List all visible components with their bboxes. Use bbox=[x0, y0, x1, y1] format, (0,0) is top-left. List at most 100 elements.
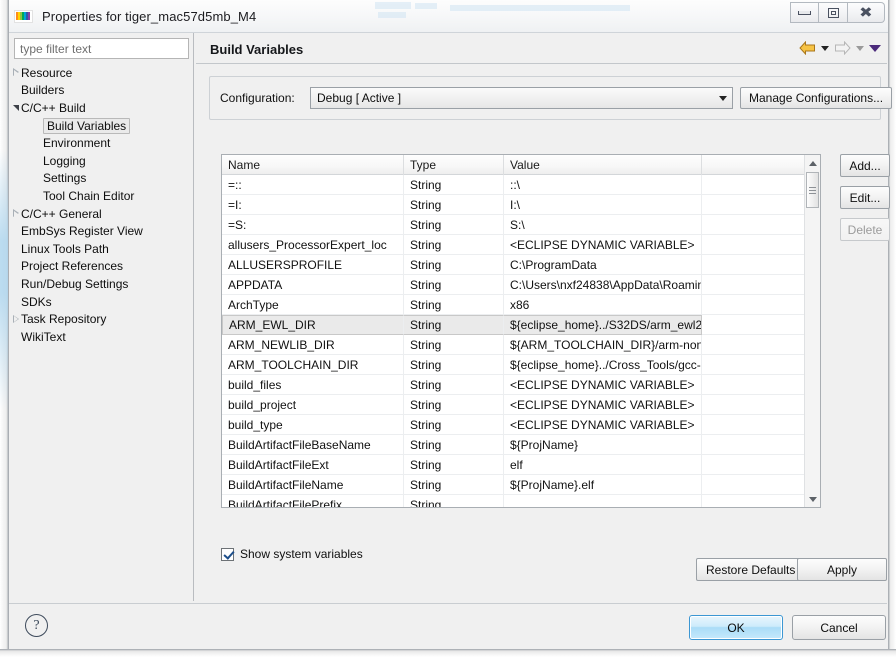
table-row[interactable]: =S: String S:\ bbox=[222, 215, 820, 235]
sidebar-item-run-debug-settings[interactable]: Run/Debug Settings bbox=[9, 275, 193, 293]
minimize-button[interactable] bbox=[790, 2, 819, 23]
table-row[interactable]: build_project String <ECLIPSE DYNAMIC VARI… bbox=[222, 395, 820, 415]
sidebar-item-label: Settings bbox=[43, 171, 87, 186]
cell-type: String bbox=[404, 475, 504, 495]
sidebar-item-linux-tools-path[interactable]: Linux Tools Path bbox=[9, 240, 193, 258]
view-menu-icon[interactable] bbox=[869, 44, 881, 52]
sidebar-item-wikitext[interactable]: WikiText bbox=[9, 328, 193, 346]
sidebar-item-label: Task Repository bbox=[21, 312, 107, 327]
table-vertical-scrollbar[interactable] bbox=[804, 155, 820, 507]
sidebar-item-tool-chain-editor[interactable]: Tool Chain Editor bbox=[9, 187, 193, 205]
cell-extra bbox=[702, 255, 804, 275]
cell-value: ${eclipse_home}../S32DS/arm_ewl2 bbox=[504, 315, 702, 335]
sidebar-item-resource[interactable]: Resource bbox=[9, 64, 193, 82]
table-row[interactable]: build_files String <ECLIPSE DYNAMIC VARIAB… bbox=[222, 375, 820, 395]
show-system-variables-checkbox[interactable]: Show system variables bbox=[221, 547, 363, 561]
cell-value: <ECLIPSE DYNAMIC VARIABLE> bbox=[504, 395, 702, 415]
tree-expand-collapse-icon[interactable] bbox=[10, 102, 22, 114]
filter-input[interactable] bbox=[14, 38, 189, 59]
table-row[interactable]: ARM_NEWLIB_DIR String ${ARM_TOOLCHAIN_DIR}… bbox=[222, 335, 820, 355]
sidebar-item-project-references[interactable]: Project References bbox=[9, 258, 193, 276]
close-button[interactable]: ✖ bbox=[848, 2, 885, 23]
tree-expand-icon[interactable] bbox=[10, 67, 22, 79]
scrollbar-thumb[interactable] bbox=[806, 172, 819, 208]
manage-configurations-button[interactable]: Manage Configurations... bbox=[740, 87, 893, 109]
table-row[interactable]: ArchType String x86 bbox=[222, 295, 820, 315]
sidebar-item-task-repository[interactable]: Task Repository bbox=[9, 310, 193, 328]
cell-extra bbox=[702, 315, 804, 335]
help-icon[interactable]: ? bbox=[25, 614, 48, 637]
sidebar-item-label: C/C++ General bbox=[21, 206, 102, 221]
sidebar-item-label: Project References bbox=[21, 259, 124, 274]
sidebar-item-logging[interactable]: Logging bbox=[9, 152, 193, 170]
add-button[interactable]: Add... bbox=[840, 154, 890, 177]
cell-type: String bbox=[404, 435, 504, 455]
table-row[interactable]: BuildArtifactFileBaseName String ${ProjNam… bbox=[222, 435, 820, 455]
sidebar-item-c-c-build[interactable]: C/C++ Build bbox=[9, 99, 193, 117]
tree-expand-icon[interactable] bbox=[10, 208, 22, 220]
configuration-group: Configuration: Debug [ Active ] Manage C… bbox=[209, 76, 893, 120]
nxp-logo-icon bbox=[14, 9, 33, 23]
sidebar-item-settings[interactable]: Settings bbox=[9, 170, 193, 188]
cell-type: String bbox=[404, 175, 504, 195]
forward-history-chevron-down-icon[interactable] bbox=[856, 45, 864, 51]
tree-expand-icon[interactable] bbox=[10, 313, 22, 325]
sidebar-item-label: C/C++ Build bbox=[21, 100, 86, 115]
table-row[interactable]: BuildArtifactFileName String ${ProjName}.e… bbox=[222, 475, 820, 495]
cell-type: String bbox=[404, 275, 504, 295]
table-row[interactable]: BuildArtifactFileExt String elf bbox=[222, 455, 820, 475]
table-row[interactable]: ALLUSERSPROFILE String C:\ProgramData bbox=[222, 255, 820, 275]
edit-button[interactable]: Edit... bbox=[840, 186, 890, 209]
cell-name: BuildArtifactFilePrefix bbox=[222, 495, 404, 507]
sidebar-item-build-variables[interactable]: Build Variables bbox=[9, 117, 193, 135]
sidebar-item-builders[interactable]: Builders bbox=[9, 82, 193, 100]
maximize-icon bbox=[827, 7, 839, 18]
table-row[interactable]: =I: String I:\ bbox=[222, 195, 820, 215]
cell-extra bbox=[702, 455, 804, 475]
table-row[interactable]: build_type String <ECLIPSE DYNAMIC VARIABL… bbox=[222, 415, 820, 435]
table-row[interactable]: APPDATA String C:\Users\nxf24838\AppData\R… bbox=[222, 275, 820, 295]
show-system-variables-label: Show system variables bbox=[240, 547, 363, 561]
table-row[interactable]: =:: String::\ bbox=[222, 175, 820, 195]
sidebar-item-sdks[interactable]: SDKs bbox=[9, 293, 193, 311]
cancel-button[interactable]: Cancel bbox=[792, 615, 886, 640]
column-header-type[interactable]: Type bbox=[404, 155, 504, 175]
table-row[interactable]: ARM_TOOLCHAIN_DIR String ${eclipse_home}..… bbox=[222, 355, 820, 375]
cell-extra bbox=[702, 435, 804, 455]
cell-extra bbox=[702, 355, 804, 375]
sidebar-item-embsys-register-view[interactable]: EmbSys Register View bbox=[9, 222, 193, 240]
scroll-up-icon bbox=[808, 160, 817, 166]
page-navigation-icons bbox=[799, 41, 881, 55]
sidebar-item-label: Linux Tools Path bbox=[21, 241, 109, 256]
configuration-select[interactable]: Debug [ Active ] bbox=[310, 87, 733, 109]
table-row[interactable]: BuildArtifactFilePrefix String bbox=[222, 495, 820, 507]
sidebar-item-label: Build Variables bbox=[43, 117, 131, 134]
column-header-value[interactable]: Value bbox=[504, 155, 702, 175]
cell-name: ARM_TOOLCHAIN_DIR bbox=[222, 355, 404, 375]
back-arrow-icon[interactable] bbox=[799, 41, 816, 55]
forward-arrow-icon[interactable] bbox=[834, 41, 851, 55]
close-icon: ✖ bbox=[859, 4, 873, 21]
cell-name: allusers_ProcessorExpert_loc bbox=[222, 235, 404, 255]
back-history-chevron-down-icon[interactable] bbox=[821, 45, 829, 51]
table-row[interactable]: allusers_ProcessorExpert_loc String <ECLIP… bbox=[222, 235, 820, 255]
ok-button[interactable]: OK bbox=[689, 615, 783, 640]
sidebar-item-environment[interactable]: Environment bbox=[9, 134, 193, 152]
cell-name: BuildArtifactFileExt bbox=[222, 455, 404, 475]
sidebar-item-c-c-general[interactable]: C/C++ General bbox=[9, 205, 193, 223]
pane-splitter[interactable] bbox=[193, 33, 194, 601]
page-title-divider bbox=[196, 63, 887, 64]
apply-button[interactable]: Apply bbox=[797, 558, 887, 581]
restore-defaults-button[interactable]: Restore Defaults bbox=[696, 558, 806, 581]
cell-value: ${eclipse_home}../Cross_Tools/gcc-arm-n.… bbox=[504, 355, 702, 375]
table-row[interactable]: ARM_EWL_DIR String ${eclipse_home}../S32DS… bbox=[222, 315, 820, 335]
scroll-up-button[interactable] bbox=[805, 155, 820, 171]
maximize-button[interactable] bbox=[819, 2, 848, 23]
cell-type: String bbox=[404, 215, 504, 235]
column-header-name[interactable]: Name bbox=[222, 155, 404, 175]
cell-extra bbox=[702, 415, 804, 435]
sidebar-item-label: Environment bbox=[43, 136, 111, 151]
scroll-down-button[interactable] bbox=[805, 491, 820, 507]
column-header-extra[interactable] bbox=[702, 155, 804, 175]
sidebar-item-label: Builders bbox=[21, 83, 65, 98]
